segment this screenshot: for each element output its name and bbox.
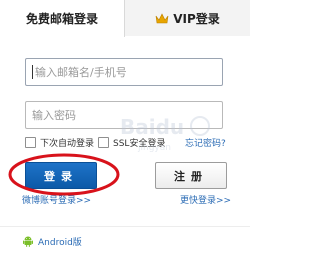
password-placeholder: 输入密码 <box>32 109 76 122</box>
login-button-label: 登录 <box>44 169 78 183</box>
tab-free-mail-login[interactable]: 免费邮箱登录 <box>0 0 125 37</box>
weibo-login-link[interactable]: 微博账号登录>> <box>22 193 91 206</box>
username-field[interactable]: 输入邮箱名/手机号 <box>25 58 223 86</box>
ssl-login-label[interactable]: SSL安全登录 <box>113 136 165 149</box>
auto-login-checkbox[interactable] <box>25 137 36 148</box>
text-caret <box>32 65 33 79</box>
login-options: 下次自动登录 SSL安全登录 忘记密码? <box>0 135 250 151</box>
register-button[interactable]: 注册 <box>155 162 227 189</box>
tab-vip-login[interactable]: VIP登录 <box>125 0 250 36</box>
android-app-link[interactable]: Android版 <box>22 234 82 248</box>
auto-login-label[interactable]: 下次自动登录 <box>40 136 94 149</box>
tab-vip-label: VIP登录 <box>173 11 220 26</box>
android-icon <box>23 236 33 247</box>
tab-free-mail-label: 免费邮箱登录 <box>25 12 98 26</box>
login-panel: 免费邮箱登录 VIP登录 输入邮箱名/手机号 输入密码 下次自动登录 SSL安全… <box>0 0 250 260</box>
android-label: Android版 <box>38 237 82 248</box>
crown-icon <box>155 12 169 23</box>
footer-divider <box>0 226 250 227</box>
register-button-label: 注册 <box>174 169 208 183</box>
more-login-link[interactable]: 更快登录>> <box>180 193 231 206</box>
ssl-login-checkbox[interactable] <box>98 137 109 148</box>
username-placeholder: 输入邮箱名/手机号 <box>35 66 127 79</box>
forgot-password-link[interactable]: 忘记密码? <box>185 136 226 149</box>
tab-bar: 免费邮箱登录 VIP登录 <box>0 0 250 37</box>
login-button[interactable]: 登录 <box>25 162 97 189</box>
password-field[interactable]: 输入密码 <box>25 101 223 129</box>
